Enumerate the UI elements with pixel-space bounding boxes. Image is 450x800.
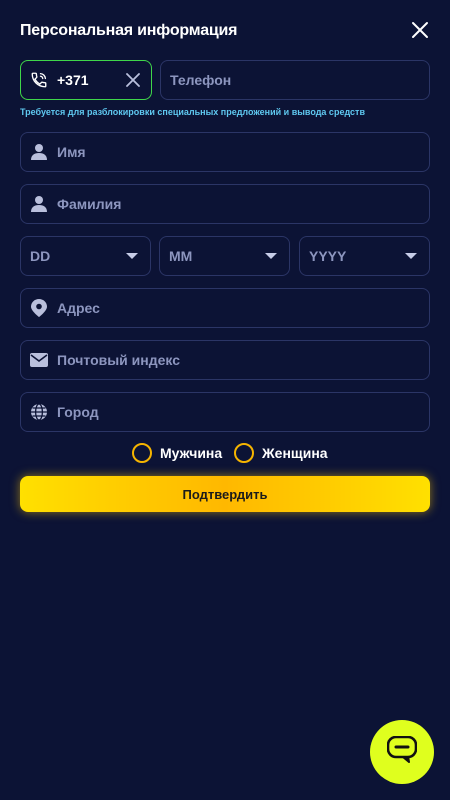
month-select[interactable]: MM (159, 236, 290, 276)
month-placeholder: MM (169, 248, 193, 264)
clear-icon[interactable] (125, 72, 141, 88)
gender-male-radio[interactable]: Мужчина (132, 443, 222, 463)
city-placeholder: Город (57, 404, 99, 420)
gender-female-radio[interactable]: Женщина (234, 443, 328, 463)
phone-hint: Требуется для разблокировки специальных … (20, 107, 365, 117)
chevron-down-icon (405, 253, 417, 259)
day-select[interactable]: DD (20, 236, 151, 276)
last-name-input[interactable]: Фамилия (20, 184, 430, 224)
day-placeholder: DD (30, 248, 51, 264)
chat-button[interactable] (370, 720, 434, 784)
year-select[interactable]: YYYY (299, 236, 430, 276)
postal-code-input[interactable]: Почтовый индекс (20, 340, 430, 380)
submit-button[interactable]: Подтвердить (20, 476, 430, 512)
year-placeholder: YYYY (309, 248, 347, 264)
close-icon[interactable] (408, 18, 432, 42)
city-input[interactable]: Город (20, 392, 430, 432)
user-icon (30, 195, 48, 213)
phone-icon (30, 71, 48, 89)
first-name-placeholder: Имя (57, 144, 86, 160)
chevron-down-icon (265, 253, 277, 259)
gender-male-label: Мужчина (160, 445, 223, 461)
last-name-placeholder: Фамилия (57, 196, 122, 212)
mail-icon (30, 351, 48, 369)
phone-input[interactable]: Телефон (160, 60, 430, 100)
first-name-input[interactable]: Имя (20, 132, 430, 172)
chevron-down-icon (126, 253, 138, 259)
postal-code-placeholder: Почтовый индекс (57, 352, 181, 368)
chat-icon (386, 735, 418, 769)
address-placeholder: Адрес (57, 300, 100, 316)
phone-placeholder: Телефон (170, 72, 232, 88)
address-input[interactable]: Адрес (20, 288, 430, 328)
location-pin-icon (30, 299, 48, 317)
page-title: Персональная информация (20, 22, 238, 39)
gender-female-label: Женщина (262, 445, 328, 461)
user-icon (30, 143, 48, 161)
globe-icon (30, 403, 48, 421)
radio-circle[interactable] (132, 443, 152, 463)
radio-circle[interactable] (234, 443, 254, 463)
country-code-value: +371 (57, 72, 89, 88)
country-code-field[interactable]: +371 (20, 60, 152, 100)
